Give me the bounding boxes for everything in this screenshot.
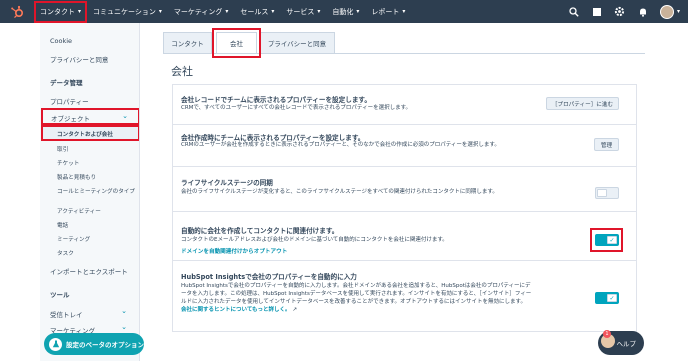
setting-description: HubSpot Insightsで会社のプロパティーを自動的に入力します。会社ド… (181, 282, 533, 314)
nav-automation-label: 自動化 (332, 7, 354, 16)
page-title: 会社 (171, 65, 193, 78)
help-label: ヘルプ (616, 340, 637, 348)
nav-service-label: サービス (286, 7, 315, 16)
tab-contacts-label: コンタクト (171, 40, 204, 48)
chevron-down-icon: ▾ (317, 8, 321, 15)
tab-contacts[interactable]: コンタクト (163, 32, 212, 54)
nav-contacts[interactable]: コンタクト ▾ (34, 0, 88, 23)
user-avatar[interactable] (659, 4, 674, 19)
marketplace-icon[interactable] (591, 6, 603, 18)
manage-button[interactable]: 管理 (594, 138, 619, 151)
settings-icon[interactable] (614, 6, 626, 18)
sidebar-item-cookie[interactable]: Cookie (50, 37, 72, 45)
setting-title: 自動的に会社を作成してコンタクトに関連付けます。 (181, 227, 339, 235)
chevron-down-icon: ▾ (158, 8, 162, 15)
nav-utility-group: ▾ (568, 0, 680, 23)
nav-marketing[interactable]: マーケティング ▾ (168, 0, 234, 23)
setting-description: コンタクトのEメールアドレスおよび会社のドメインに基づいて自動的にコンタクトを会… (181, 237, 448, 243)
tab-privacy-consent[interactable]: プライバシーと同意 (259, 32, 335, 54)
nav-marketing-label: マーケティング (173, 7, 223, 16)
chevron-down-icon: ▾ (271, 8, 275, 15)
sidebar-item-objects-label: オブジェクト (51, 115, 90, 123)
chevron-down-icon: ▾ (78, 8, 82, 15)
setting-description: CRMで、すべてのユーザーにすべての会社レコードで表示されるプロパティーを選択し… (181, 105, 412, 111)
sidebar-item-objects[interactable]: オブジェクト ⌄ (41, 108, 139, 125)
top-navigation: コンタクト ▾ コミュニケーション ▾ マーケティング ▾ セールス ▾ サービ… (0, 0, 688, 23)
setting-description-text: HubSpot Insightsで会社のプロパティーを自動的に入力します。会社ド… (181, 283, 532, 305)
setting-description: CRMのユーザーが会社を作成するときに表示されるプロパティーと、そのなかで会社の… (181, 142, 500, 148)
nav-contacts-label: コンタクト (40, 7, 75, 16)
setting-row-lifecycle-sync: ライフサイクルステージの同期 会社のライフサイクルステージが変化すると、このライ… (173, 167, 636, 212)
setting-description: 会社のライフサイクルステージが変化すると、このライフサイクルステージをすべての関… (181, 189, 498, 195)
sidebar-item-deals[interactable]: 取引 (57, 145, 68, 153)
highlight-box-companies-tab (212, 28, 261, 58)
setting-title: ライフサイクルステージの同期 (181, 179, 273, 187)
chevron-down-icon: ⌄ (121, 307, 127, 315)
sidebar-item-inbox[interactable]: 受信トレイ (50, 309, 83, 319)
sidebar-item-contacts-companies[interactable]: コンタクトおよび会社 (41, 125, 139, 141)
sidebar-section-tools: ツール (50, 291, 70, 299)
setting-row-hubspot-insights: HubSpot Insightsで会社のプロパティーを自動的に入力 HubSpo… (173, 261, 636, 331)
setting-row-record-properties: 会社レコードでチームに表示されるプロパティーを設定します。 CRMで、すべてのユ… (173, 85, 636, 125)
hubspot-logo[interactable] (0, 0, 34, 23)
sidebar-item-products-quotes[interactable]: 製品と見積もり (57, 173, 96, 181)
tab-privacy-consent-label: プライバシーと同意 (267, 40, 327, 48)
chevron-down-icon: ▾ (356, 8, 360, 15)
sidebar-item-import-export[interactable]: インポートとエクスポート (50, 266, 128, 276)
toggle-knob (597, 189, 607, 197)
chevron-down-icon[interactable]: ▾ (677, 8, 680, 15)
sidebar-item-meetings[interactable]: ミーティング (57, 235, 90, 243)
chevron-down-icon: ▾ (402, 8, 406, 15)
sidebar-item-activities[interactable]: アクティビティー (57, 207, 101, 215)
sidebar-item-contacts-companies-label: コンタクトおよび会社 (57, 132, 113, 138)
nav-sales[interactable]: セールス ▾ (234, 0, 280, 23)
sidebar-item-tickets[interactable]: チケット (57, 159, 79, 167)
nav-automation[interactable]: 自動化 ▾ (326, 0, 365, 23)
check-icon: ✓ (607, 294, 617, 302)
settings-beta-options-button[interactable]: 設定のベータのオプション (44, 333, 144, 355)
insights-toggle[interactable]: ✓ (595, 292, 619, 304)
settings-beta-options-label: 設定のベータのオプション (66, 341, 144, 349)
insights-learn-more-link[interactable]: 会社に関するヒントについてもっと詳しく。 (181, 307, 291, 313)
sidebar-item-calls[interactable]: 電話 (57, 221, 68, 229)
sidebar-item-tasks[interactable]: タスク (57, 249, 74, 257)
setting-title: HubSpot Insightsで会社のプロパティーを自動的に入力 (181, 273, 357, 281)
company-settings-panel: 会社レコードでチームに表示されるプロパティーを設定します。 CRMで、すべてのユ… (172, 84, 637, 332)
external-link-icon: ↗ (292, 307, 297, 313)
help-notification-badge: 1 (603, 330, 611, 338)
highlight-box-auto-associate-toggle (590, 228, 623, 252)
chevron-down-icon: ⌄ (122, 112, 128, 120)
chevron-down-icon: ▾ (225, 8, 229, 15)
go-to-properties-button[interactable]: ［プロパティー］に進む (546, 97, 619, 110)
flask-icon (49, 337, 62, 351)
settings-sidebar: Cookie プライバシーと同意 データ管理 プロパティー オブジェクト ⌄ コ… (40, 23, 140, 361)
setting-row-create-properties: 会社作成時にチームに表示されるプロパティーを設定します。 CRMのユーザーが会社… (173, 125, 636, 167)
lifecycle-sync-toggle[interactable] (595, 187, 619, 199)
nav-conversations[interactable]: コミュニケーション ▾ (87, 0, 168, 23)
sidebar-item-call-meeting-types[interactable]: コールとミーティングのタイプ (57, 187, 135, 195)
search-icon[interactable] (568, 6, 580, 18)
notifications-icon[interactable] (637, 6, 649, 18)
nav-reports-label: レポート (371, 7, 400, 16)
sidebar-section-data-management: データ管理 (50, 79, 83, 87)
nav-reports[interactable]: レポート ▾ (365, 0, 411, 23)
sidebar-item-properties[interactable]: プロパティー (50, 96, 89, 106)
sidebar-item-privacy[interactable]: プライバシーと同意 (50, 54, 108, 64)
nav-sales-label: セールス (240, 7, 269, 16)
nav-service[interactable]: サービス ▾ (280, 0, 326, 23)
chevron-down-icon: ⌄ (121, 323, 127, 331)
setting-row-auto-create-company: 自動的に会社を作成してコンタクトに関連付けます。 コンタクトのEメールアドレスお… (173, 212, 636, 261)
domain-opt-out-link[interactable]: ドメインを自動関連付けからオプトアウト (181, 247, 287, 255)
setting-title: 会社レコードでチームに表示されるプロパティーを設定します。 (181, 96, 371, 104)
nav-conversations-label: コミュニケーション (93, 7, 156, 16)
